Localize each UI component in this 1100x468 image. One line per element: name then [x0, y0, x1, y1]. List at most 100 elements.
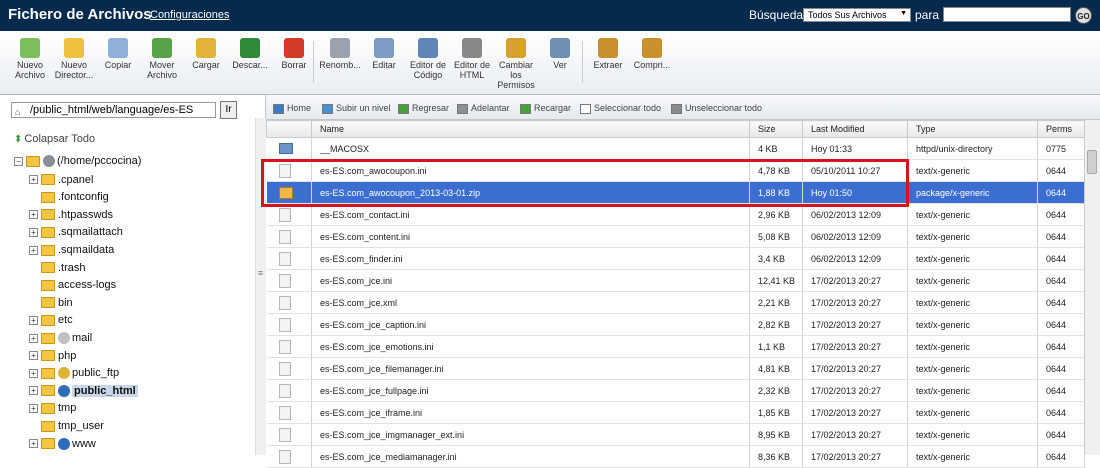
- nav-button[interactable]: Adelantar: [457, 103, 510, 114]
- scroll-thumb[interactable]: [1087, 150, 1097, 174]
- toolbar-button[interactable]: Cambiar los Permisos: [494, 38, 538, 90]
- ir-button[interactable]: Ir: [220, 101, 237, 119]
- nav-button[interactable]: Subir un nivel: [322, 103, 391, 114]
- toolbar-button[interactable]: Compri...: [630, 38, 674, 70]
- table-row[interactable]: es-ES.com_jce_filemanager.ini 4,81 KB 17/0…: [266, 357, 1085, 380]
- config-link[interactable]: Configuraciones: [150, 9, 230, 21]
- path-input[interactable]: ⌂ /public_html/web/language/es-ES: [11, 102, 216, 118]
- expand-toggle-icon[interactable]: +: [29, 439, 38, 449]
- expand-toggle-icon[interactable]: +: [29, 315, 38, 325]
- table-row[interactable]: es-ES.com_jce_caption.ini 2,82 KB 17/02/20…: [266, 313, 1085, 336]
- toolbar-button[interactable]: Editor de HTML: [450, 38, 494, 80]
- toolbar-button[interactable]: Editar: [362, 38, 406, 70]
- tree-node[interactable]: + .sqmaildata: [29, 242, 114, 258]
- table-row[interactable]: es-ES.com_jce_imgmanager_ext.ini 8,95 KB 1…: [266, 423, 1085, 446]
- pane-resize-handle[interactable]: ≡: [255, 268, 266, 278]
- expand-toggle-icon[interactable]: +: [29, 333, 38, 343]
- column-header[interactable]: Type: [907, 120, 1038, 138]
- toolbar-button[interactable]: Mover Archivo: [140, 38, 184, 80]
- tree-node[interactable]: − (/home/pccocina): [14, 153, 141, 169]
- nav-button[interactable]: Recargar: [520, 103, 571, 114]
- copy-icon: [108, 38, 128, 58]
- nav-button[interactable]: Seleccionar todo: [580, 103, 661, 114]
- expand-toggle-icon[interactable]: +: [29, 245, 38, 255]
- column-header[interactable]: Last Modified: [802, 120, 908, 138]
- download-icon: [240, 38, 260, 58]
- table-row[interactable]: es-ES.com_finder.ini 3,4 KB 06/02/2013 12:…: [266, 247, 1085, 270]
- tree-node[interactable]: + .htpasswds: [29, 207, 113, 223]
- expand-toggle-icon[interactable]: −: [14, 156, 23, 166]
- column-header[interactable]: Name: [311, 120, 750, 138]
- nav-button-label: Recargar: [534, 103, 572, 113]
- table-row[interactable]: es-ES.com_jce_iframe.ini 1,85 KB 17/02/201…: [266, 401, 1085, 424]
- table-row[interactable]: es-ES.com_content.ini 5,08 KB 06/02/2013 1…: [266, 225, 1085, 248]
- expand-toggle-icon[interactable]: +: [29, 351, 38, 361]
- expand-toggle-icon[interactable]: +: [29, 175, 38, 185]
- tree-node[interactable]: + etc: [29, 312, 73, 328]
- tree-node[interactable]: tmp_user: [29, 418, 104, 434]
- expand-toggle-icon[interactable]: +: [29, 210, 38, 220]
- tree-node[interactable]: + .sqmailattach: [29, 224, 123, 240]
- table-row[interactable]: es-ES.com_jce_fullpage.ini 2,32 KB 17/02/2…: [266, 379, 1085, 402]
- file-icon: [278, 207, 291, 222]
- file-name-cell: es-ES.com_jce_fullpage.ini: [311, 379, 750, 402]
- table-row[interactable]: es-ES.com_jce.xml 2,21 KB 17/02/2013 20:27…: [266, 291, 1085, 314]
- tree-node[interactable]: access-logs: [29, 277, 116, 293]
- tree-node[interactable]: .trash: [29, 260, 86, 276]
- tree-node[interactable]: .fontconfig: [29, 189, 109, 205]
- file-size-cell: 4,81 KB: [749, 357, 803, 380]
- nav-button[interactable]: Regresar: [398, 103, 449, 114]
- highlight-box: [261, 159, 909, 207]
- expand-toggle-icon[interactable]: +: [29, 403, 38, 413]
- search-label: Búsqueda: [749, 8, 804, 22]
- toolbar-button[interactable]: Editor de Código: [406, 38, 450, 80]
- folder-icon: [41, 191, 55, 203]
- file-perms-cell: 0644: [1037, 291, 1085, 314]
- search-input[interactable]: [943, 7, 1071, 22]
- table-row[interactable]: es-ES.com_jce_mediamanager.ini 8,36 KB 17/…: [266, 445, 1085, 468]
- tree-node[interactable]: + public_ftp: [29, 365, 119, 381]
- toolbar-button[interactable]: Nuevo Archivo: [8, 38, 52, 80]
- column-header[interactable]: [266, 120, 312, 138]
- toolbar-separator: [313, 41, 314, 83]
- toolbar-button[interactable]: Cargar: [184, 38, 228, 70]
- search-scope-select[interactable]: Todos Sus Archivos ▼: [803, 8, 911, 22]
- file-perms-cell: 0775: [1037, 137, 1085, 160]
- tree-node[interactable]: bin: [29, 295, 73, 311]
- toolbar-button[interactable]: Descar...: [228, 38, 272, 70]
- column-header[interactable]: Perms: [1037, 120, 1085, 138]
- toolbar-button[interactable]: Renomb...: [318, 38, 362, 70]
- toolbar-button[interactable]: Ver: [538, 38, 582, 70]
- key-icon: [506, 38, 526, 58]
- tree-node[interactable]: + public_html: [29, 383, 138, 399]
- globe-icon: [58, 384, 70, 397]
- file-modified-cell: 17/02/2013 20:27: [802, 423, 908, 446]
- collapse-all-button[interactable]: ⬍ Colapsar Todo: [14, 133, 95, 145]
- column-header[interactable]: Size: [749, 120, 803, 138]
- toolbar-button[interactable]: Extraer: [586, 38, 630, 70]
- tree-node-label: .htpasswds: [58, 208, 114, 221]
- expand-toggle-icon[interactable]: +: [29, 386, 38, 396]
- tree-node[interactable]: + php: [29, 348, 76, 364]
- table-row[interactable]: __MACOSX 4 KB Hoy 01:33 httpd/unix-director…: [266, 137, 1085, 160]
- tree-node[interactable]: + mail: [29, 330, 92, 346]
- file-modified-cell: 17/02/2013 20:27: [802, 357, 908, 380]
- folder-icon: [41, 385, 55, 397]
- tree-node[interactable]: + .cpanel: [29, 172, 93, 188]
- table-row[interactable]: es-ES.com_jce_emotions.ini 1,1 KB 17/02/20…: [266, 335, 1085, 358]
- toolbar-button[interactable]: Borrar: [272, 38, 316, 70]
- expand-toggle-icon[interactable]: +: [29, 368, 38, 378]
- toolbar-button[interactable]: Nuevo Director...: [52, 38, 96, 80]
- toolbar-button[interactable]: Copiar: [96, 38, 140, 70]
- nav-button[interactable]: Unseleccionar todo: [671, 103, 762, 114]
- file-perms-cell: 0644: [1037, 159, 1085, 182]
- table-row[interactable]: es-ES.com_jce.ini 12,41 KB 17/02/2013 20:2…: [266, 269, 1085, 292]
- expand-toggle-icon[interactable]: +: [29, 227, 38, 237]
- tree-node[interactable]: + tmp: [29, 400, 76, 416]
- go-button[interactable]: GO: [1075, 7, 1092, 24]
- file-type-cell: httpd/unix-directory: [907, 137, 1038, 160]
- file-name-cell: es-ES.com_jce_caption.ini: [311, 313, 750, 336]
- nav-button[interactable]: Home: [273, 103, 311, 114]
- folder-icon: [41, 174, 55, 186]
- tree-node[interactable]: + www: [29, 436, 96, 452]
